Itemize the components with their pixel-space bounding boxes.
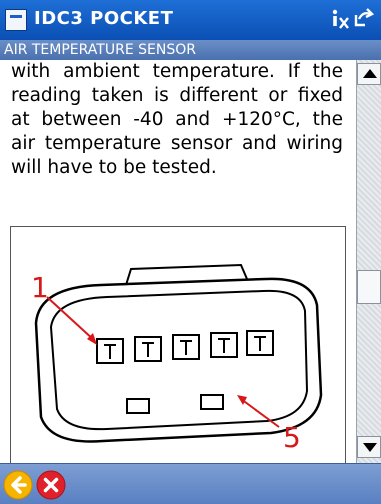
connector-diagram: 1 5 [31,263,323,454]
app-title: IDC3 POCKET [34,8,174,29]
close-icon[interactable] [36,470,66,500]
arrow-up-icon [363,69,377,78]
vertical-scrollbar[interactable] [356,60,381,463]
bottom-toolbar [0,463,381,504]
scroll-up-button[interactable] [357,63,381,85]
sensor-connector-figure: 1 5 [10,226,346,463]
status-icons [329,6,375,32]
arrow-down-icon [363,443,377,452]
callout-5: 5 [283,421,301,454]
description-text: with ambient temperature. If the reading… [11,61,343,178]
section-header: AIR TEMPERATURE SENSOR [0,40,381,60]
scroll-thumb[interactable] [357,270,381,304]
title-bar: IDC3 POCKET [0,0,381,40]
exit-icon[interactable] [353,6,375,32]
scroll-down-button[interactable] [357,436,381,458]
app-icon [5,9,27,31]
back-arrow-icon[interactable] [3,470,33,500]
info-tool-icon[interactable] [329,6,351,32]
callout-1: 1 [31,271,49,304]
content-area[interactable]: with ambient temperature. If the reading… [0,60,355,463]
